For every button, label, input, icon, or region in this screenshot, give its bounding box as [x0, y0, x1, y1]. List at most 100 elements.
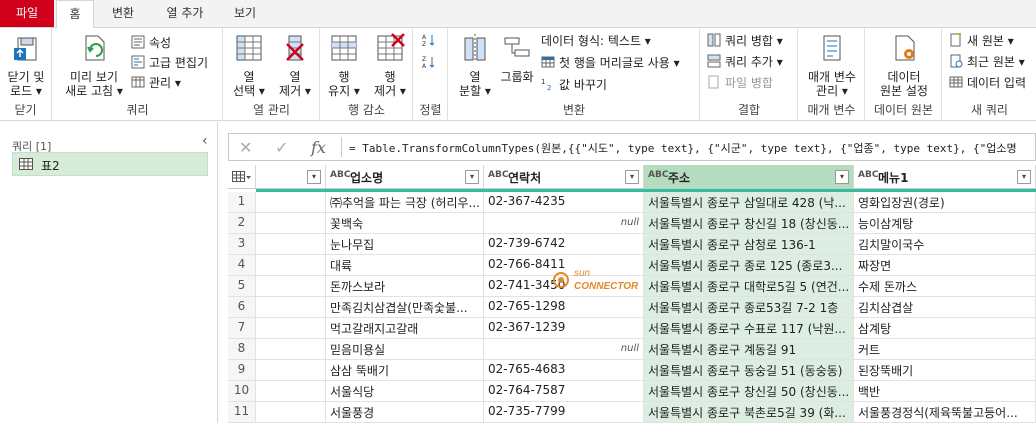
cell-menu[interactable]: 능이삼계탕 — [854, 213, 1036, 234]
header-col-4[interactable]: ABC 메뉴1 ▾ — [854, 165, 1036, 189]
cancel-formula-icon[interactable]: ✕ — [239, 138, 252, 157]
type-icon-col-2[interactable]: ABC — [488, 170, 508, 180]
header-hidden-col[interactable]: ▾ — [256, 165, 326, 189]
header-col-3[interactable]: ABC 주소 ▾ — [644, 165, 854, 189]
row-number[interactable]: 10 — [228, 381, 256, 402]
manage-button[interactable]: 관리 ▾ — [131, 74, 181, 92]
remove-columns-button[interactable]: 열 제거 ▾ — [274, 32, 316, 98]
first-row-header-button[interactable]: 첫 행을 머리글로 사용 ▾ — [541, 54, 680, 72]
cell-phone[interactable]: 02-764-7587 — [484, 381, 644, 402]
cell-phone[interactable]: 02-367-4235 — [484, 192, 644, 213]
manage-parameters-button[interactable]: 매개 변수 관리 ▾ — [801, 32, 863, 98]
tab-view[interactable]: 보기 — [222, 0, 268, 27]
new-source-button[interactable]: 새 원본 ▾ — [949, 32, 1014, 50]
hidden-col-filter-dropdown[interactable]: ▾ — [307, 170, 321, 184]
cell-business-name[interactable]: 꽃백숙 — [326, 213, 484, 234]
table-row[interactable]: 6 만족김치삼겹살(만족숯불... 02-765-1298 서울특별시 종로구 종로5… — [228, 297, 1036, 318]
cell-menu[interactable]: 서울풍경정식(제육뚝불고등어... — [854, 402, 1036, 423]
hidden-cell[interactable] — [256, 402, 326, 423]
row-number[interactable]: 9 — [228, 360, 256, 381]
table-row[interactable]: 1 ㈜추억을 파는 극장 (허리우... 02-367-4235 서울특별시 종로구 … — [228, 192, 1036, 213]
cell-phone[interactable]: null — [484, 213, 644, 234]
cell-menu[interactable]: 커트 — [854, 339, 1036, 360]
filter-dropdown-col-4[interactable]: ▾ — [1017, 170, 1031, 184]
cell-business-name[interactable]: ㈜추억을 파는 극장 (허리우... — [326, 192, 484, 213]
collapse-pane-icon[interactable]: ‹ — [202, 133, 208, 149]
type-icon-col-1[interactable]: ABC — [330, 170, 350, 180]
cell-address[interactable]: 서울특별시 종로구 종로53길 7-2 1층 — [644, 297, 854, 318]
row-number[interactable]: 3 — [228, 234, 256, 255]
keep-rows-button[interactable]: 행 유지 ▾ — [323, 32, 365, 98]
cell-menu[interactable]: 김치말이국수 — [854, 234, 1036, 255]
cell-address[interactable]: 서울특별시 종로구 창신길 18 (창신동... — [644, 213, 854, 234]
table-row[interactable]: 3 눈나무집 02-739-6742 서울특별시 종로구 삼청로 136-1 김치말이국… — [228, 234, 1036, 255]
replace-values-button[interactable]: 12 값 바꾸기 — [541, 76, 607, 94]
hidden-cell[interactable] — [256, 234, 326, 255]
data-type-dropdown[interactable]: 데이터 형식: 텍스트 ▾ — [541, 32, 651, 50]
cell-address[interactable]: 서울특별시 종로구 창신길 50 (창신동... — [644, 381, 854, 402]
tab-add-column[interactable]: 열 추가 — [156, 0, 214, 27]
cell-business-name[interactable]: 만족김치삼겹살(만족숯불... — [326, 297, 484, 318]
choose-columns-button[interactable]: 열 선택 ▾ — [228, 32, 270, 98]
table-row[interactable]: 11 서울풍경 02-735-7799 서울특별시 종로구 북촌로5길 39 (화..… — [228, 402, 1036, 423]
cell-business-name[interactable]: 믿음미용실 — [326, 339, 484, 360]
tab-home[interactable]: 홈 — [56, 0, 94, 28]
row-number[interactable]: 6 — [228, 297, 256, 318]
group-by-button[interactable]: 그룹화 — [497, 32, 537, 84]
hidden-cell[interactable] — [256, 255, 326, 276]
fx-icon[interactable]: fx — [311, 138, 326, 157]
recent-sources-button[interactable]: 최근 원본 ▾ — [949, 53, 1025, 71]
table-corner-menu[interactable] — [228, 165, 256, 189]
cell-business-name[interactable]: 눈나무집 — [326, 234, 484, 255]
cell-menu[interactable]: 수제 돈까스 — [854, 276, 1036, 297]
table-row[interactable]: 2 꽃백숙 null 서울특별시 종로구 창신길 18 (창신동... 능이삼계탕 — [228, 213, 1036, 234]
datasource-settings-button[interactable]: 데이터 원본 설정 — [870, 32, 938, 98]
cell-phone[interactable]: 02-765-1298 — [484, 297, 644, 318]
header-col-1[interactable]: ABC 업소명 ▾ — [326, 165, 484, 189]
hidden-cell[interactable] — [256, 297, 326, 318]
remove-rows-button[interactable]: 행 제거 ▾ — [369, 32, 411, 98]
cell-business-name[interactable]: 삼삼 뚝배기 — [326, 360, 484, 381]
tab-file[interactable]: 파일 — [0, 0, 54, 27]
close-load-button[interactable]: 닫기 및 로드 ▾ — [2, 32, 50, 98]
cell-address[interactable]: 서울특별시 종로구 삼일대로 428 (낙... — [644, 192, 854, 213]
table-row[interactable]: 10 서울식당 02-764-7587 서울특별시 종로구 창신길 50 (창신동..… — [228, 381, 1036, 402]
hidden-cell[interactable] — [256, 360, 326, 381]
row-number[interactable]: 8 — [228, 339, 256, 360]
hidden-cell[interactable] — [256, 276, 326, 297]
header-col-2[interactable]: ABC 연락처 ▾ — [484, 165, 644, 189]
cell-menu[interactable]: 김치삼겹살 — [854, 297, 1036, 318]
sort-descending-button[interactable]: ZA — [422, 54, 440, 72]
cell-phone[interactable]: 02-765-4683 — [484, 360, 644, 381]
row-number[interactable]: 4 — [228, 255, 256, 276]
cell-address[interactable]: 서울특별시 종로구 북촌로5길 39 (화... — [644, 402, 854, 423]
commit-formula-icon[interactable]: ✓ — [275, 138, 288, 157]
properties-button[interactable]: 속성 — [131, 34, 171, 52]
cell-address[interactable]: 서울특별시 종로구 삼청로 136-1 — [644, 234, 854, 255]
table-row[interactable]: 7 먹고갈래지고갈래 02-367-1239 서울특별시 종로구 수표로 117 (낙… — [228, 318, 1036, 339]
cell-address[interactable]: 서울특별시 종로구 대학로5길 5 (연건... — [644, 276, 854, 297]
cell-address[interactable]: 서울특별시 종로구 계동길 91 — [644, 339, 854, 360]
cell-phone[interactable]: 02-735-7799 — [484, 402, 644, 423]
cell-business-name[interactable]: 서울풍경 — [326, 402, 484, 423]
cell-phone[interactable]: 02-367-1239 — [484, 318, 644, 339]
hidden-cell[interactable] — [256, 318, 326, 339]
filter-dropdown-col-1[interactable]: ▾ — [465, 170, 479, 184]
cell-business-name[interactable]: 서울식당 — [326, 381, 484, 402]
cell-business-name[interactable]: 돈까스보라 — [326, 276, 484, 297]
type-icon-col-3[interactable]: ABC — [648, 170, 668, 180]
refresh-preview-button[interactable]: 미리 보기 새로 고침 ▾ — [61, 32, 127, 98]
split-column-button[interactable]: 열 분할 ▾ — [451, 32, 499, 98]
query-item-table2[interactable]: 표2 — [12, 152, 208, 176]
table-row[interactable]: 9 삼삼 뚝배기 02-765-4683 서울특별시 종로구 동숭길 51 (동숭동)… — [228, 360, 1036, 381]
cell-menu[interactable]: 영화입장권(경로) — [854, 192, 1036, 213]
formula-input[interactable]: = Table.TransformColumnTypes(원본,{{"시도", … — [349, 140, 1017, 156]
cell-address[interactable]: 서울특별시 종로구 종로 125 (종로3... — [644, 255, 854, 276]
cell-menu[interactable]: 백반 — [854, 381, 1036, 402]
row-number[interactable]: 5 — [228, 276, 256, 297]
append-queries-button[interactable]: 쿼리 추가 ▾ — [707, 53, 783, 71]
combine-files-button[interactable]: 파일 병합 — [707, 74, 773, 92]
cell-address[interactable]: 서울특별시 종로구 수표로 117 (낙원... — [644, 318, 854, 339]
cell-business-name[interactable]: 대륙 — [326, 255, 484, 276]
hidden-cell[interactable] — [256, 213, 326, 234]
